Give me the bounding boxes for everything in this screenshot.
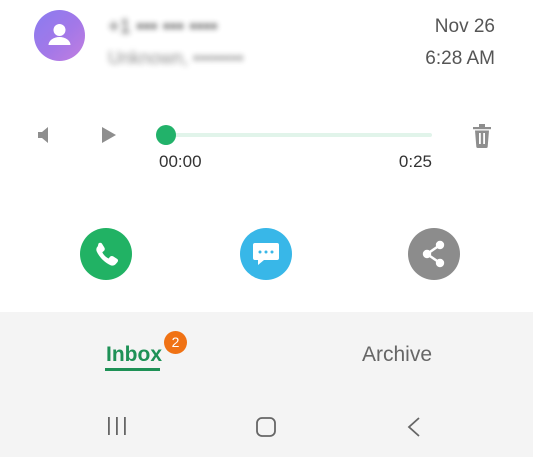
playback-thumb[interactable] [156, 125, 176, 145]
phone-icon [96, 242, 119, 266]
trash-icon[interactable] [470, 123, 494, 149]
message-button[interactable] [240, 228, 292, 280]
active-tab-indicator [105, 368, 160, 371]
play-icon[interactable] [96, 123, 120, 147]
message-date: Nov 26 [434, 16, 495, 37]
recent-apps-icon[interactable] [106, 416, 128, 436]
back-icon[interactable] [405, 416, 423, 438]
voicemail-card: +1 ••• ••• •••• Unknown, •••••••• Nov 26… [0, 0, 533, 312]
call-button[interactable] [80, 228, 132, 280]
message-time: 6:28 AM [425, 48, 495, 69]
avatar[interactable] [34, 10, 85, 61]
total-time: 0:25 [398, 152, 432, 171]
tab-inbox[interactable]: Inbox [106, 343, 162, 367]
playback-track[interactable] [166, 133, 432, 137]
tab-archive[interactable]: Archive [362, 343, 432, 367]
tab-bar: Inbox 2 Archive [0, 312, 533, 457]
contact-subtitle: Unknown, •••••••• [108, 48, 244, 68]
contact-name: +1 ••• ••• •••• [108, 16, 218, 38]
home-icon[interactable] [255, 416, 277, 438]
speaker-icon[interactable] [34, 123, 58, 147]
share-button[interactable] [408, 228, 460, 280]
inbox-count-badge: 2 [164, 331, 187, 354]
person-icon [48, 24, 71, 45]
current-time: 00:00 [159, 152, 202, 171]
chat-bubble-icon [253, 243, 279, 265]
share-icon [422, 240, 445, 268]
